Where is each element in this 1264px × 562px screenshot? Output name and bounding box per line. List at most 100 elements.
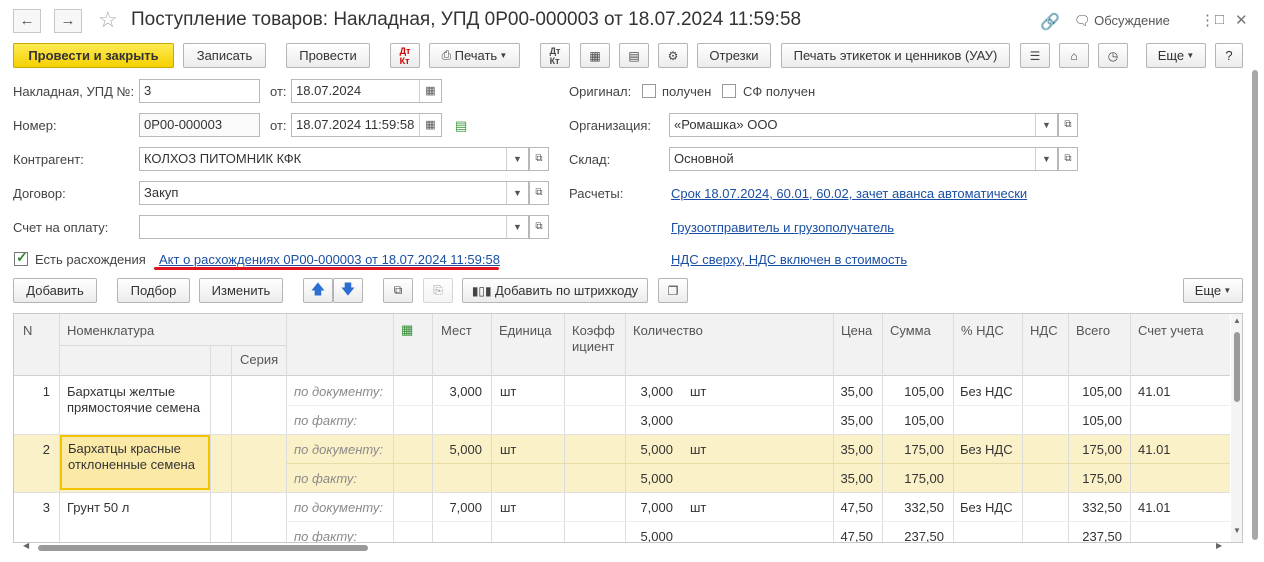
invoice-date-field[interactable]: 18.07.2024 ▦: [291, 79, 442, 103]
paste-icon[interactable]: ⎘: [423, 278, 453, 303]
chevron-down-icon[interactable]: ▼: [1035, 148, 1057, 170]
row-total-fact[interactable]: 105,00: [1068, 413, 1122, 428]
scroll-right-icon[interactable]: ▶: [1216, 541, 1222, 550]
post-button[interactable]: Провести: [286, 43, 370, 68]
row-total-doc[interactable]: 332,50: [1068, 500, 1122, 515]
row-vat-rate[interactable]: Без НДС: [960, 500, 1013, 515]
row-places[interactable]: 5,000: [432, 442, 482, 457]
header-series[interactable]: Серия: [240, 352, 278, 368]
row-price-doc[interactable]: 35,00: [833, 442, 873, 457]
row-nomenclature[interactable]: Грунт 50 л: [67, 500, 129, 515]
row-vat-rate[interactable]: Без НДС: [960, 442, 1013, 457]
row-total-doc[interactable]: 175,00: [1068, 442, 1122, 457]
row-sum-doc[interactable]: 105,00: [882, 384, 944, 399]
row-qty-fact[interactable]: 5,000: [625, 529, 673, 542]
row-nomenclature[interactable]: Бархатцы желтые прямостоячие семена: [67, 384, 212, 416]
add-by-barcode-button[interactable]: ▮▯▮ Добавить по штрихкоду: [462, 278, 648, 303]
header-vat[interactable]: НДС: [1030, 323, 1058, 339]
horizontal-scroll-thumb[interactable]: [38, 545, 368, 551]
chevron-down-icon[interactable]: ▼: [506, 148, 528, 170]
clock-icon[interactable]: ◷: [1098, 43, 1128, 68]
counterparty-field[interactable]: КОЛХОЗ ПИТОМНИК КФК ▼: [139, 147, 529, 171]
star-icon[interactable]: ☆: [98, 7, 118, 33]
table-more-button[interactable]: Еще ▼: [1183, 278, 1243, 303]
payment-invoice-field[interactable]: ▼: [139, 215, 529, 239]
copy-icon[interactable]: ⧉: [383, 278, 413, 303]
more-vert-icon[interactable]: ⋮: [1200, 11, 1215, 29]
chevron-down-icon[interactable]: ▼: [1035, 114, 1057, 136]
header-nomenclature[interactable]: Номенклатура: [67, 323, 154, 339]
page-vertical-scrollbar[interactable]: [1251, 68, 1259, 558]
help-button[interactable]: ?: [1215, 43, 1243, 68]
row-price-fact[interactable]: 47,50: [833, 529, 873, 542]
header-vat-rate[interactable]: % НДС: [961, 323, 1004, 339]
row-places[interactable]: 7,000: [432, 500, 482, 515]
header-coef[interactable]: Коэфф ициент: [572, 323, 616, 355]
row-account[interactable]: 41.01: [1138, 442, 1171, 457]
row-sum-fact[interactable]: 105,00: [882, 413, 944, 428]
save-button[interactable]: Записать: [183, 43, 266, 68]
settlements-link[interactable]: Срок 18.07.2024, 60.01, 60.02, зачет ава…: [671, 186, 1027, 201]
header-sum[interactable]: Сумма: [890, 323, 931, 339]
close-icon[interactable]: ✕: [1235, 11, 1248, 29]
row-price-doc[interactable]: 47,50: [833, 500, 873, 515]
open-counterparty-icon[interactable]: ⧉: [529, 147, 549, 171]
post-and-close-button[interactable]: Провести и закрыть: [13, 43, 174, 68]
row-total-fact[interactable]: 237,50: [1068, 529, 1122, 542]
vat-link[interactable]: НДС сверху, НДС включен в стоимость: [671, 252, 907, 267]
number-date-field[interactable]: 18.07.2024 11:59:58 ▦: [291, 113, 442, 137]
number-field[interactable]: 0Р00-000003: [139, 113, 260, 137]
warehouse-icon[interactable]: ⌂: [1059, 43, 1089, 68]
calendar-icon[interactable]: ▦: [419, 80, 441, 102]
hierarchy-icon[interactable]: ☰: [1020, 43, 1050, 68]
maximize-icon[interactable]: □: [1215, 11, 1224, 28]
row-account[interactable]: 41.01: [1138, 500, 1171, 515]
row-nomenclature[interactable]: Бархатцы красные отклоненные семена: [60, 435, 210, 490]
header-n[interactable]: N: [23, 323, 32, 339]
page-scroll-thumb[interactable]: [1252, 70, 1258, 540]
structure-icon[interactable]: ▦: [580, 43, 610, 68]
row-vat-rate[interactable]: Без НДС: [960, 384, 1013, 399]
open-payment-invoice-icon[interactable]: ⧉: [529, 215, 549, 239]
journal-icon[interactable]: Дт Кт: [540, 43, 570, 68]
segments-button[interactable]: Отрезки: [697, 43, 771, 68]
select-button[interactable]: Подбор: [117, 278, 190, 303]
scroll-up-icon[interactable]: ▲: [1233, 316, 1241, 325]
row-price-doc[interactable]: 35,00: [833, 384, 873, 399]
warehouse-field[interactable]: Основной ▼: [669, 147, 1058, 171]
goods-table[interactable]: N Номенклатура Серия ▦ Мест Единица Коэф…: [13, 313, 1243, 543]
row-qty-fact[interactable]: 3,000: [625, 413, 673, 428]
move-down-icon[interactable]: 🡇: [333, 278, 363, 303]
open-organization-icon[interactable]: ⧉: [1058, 113, 1078, 137]
contract-field[interactable]: Закуп ▼: [139, 181, 529, 205]
header-total[interactable]: Всего: [1076, 323, 1110, 339]
row-total-doc[interactable]: 105,00: [1068, 384, 1122, 399]
header-quantity[interactable]: Количество: [633, 323, 703, 339]
link-icon[interactable]: 🔗: [1040, 12, 1060, 32]
gear-icon[interactable]: ⚙: [658, 43, 688, 68]
more-button[interactable]: Еще ▼: [1146, 43, 1206, 68]
shipper-link[interactable]: Грузоотправитель и грузополучатель: [671, 220, 894, 235]
chevron-down-icon[interactable]: ▼: [506, 182, 528, 204]
sf-received-checkbox[interactable]: [722, 84, 736, 98]
row-qty-doc[interactable]: 3,000: [625, 384, 673, 399]
header-account[interactable]: Счет учета: [1138, 323, 1204, 339]
row-unit[interactable]: шт: [500, 384, 516, 399]
row-unit[interactable]: шт: [500, 500, 516, 515]
document-check-icon[interactable]: ▤: [455, 118, 467, 134]
row-sum-doc[interactable]: 175,00: [882, 442, 944, 457]
organization-field[interactable]: «Ромашка» ООО ▼: [669, 113, 1058, 137]
row-places[interactable]: 3,000: [432, 384, 482, 399]
chevron-down-icon[interactable]: ▼: [506, 216, 528, 238]
discuss-button[interactable]: 🗨 Обсуждение: [1074, 13, 1170, 29]
window-icon[interactable]: ❐: [658, 278, 688, 303]
invoice-number-field[interactable]: 3: [139, 79, 260, 103]
scroll-left-icon[interactable]: ◀: [23, 541, 29, 550]
discrepancy-checkbox[interactable]: ✓: [14, 249, 28, 266]
header-places[interactable]: Мест: [441, 323, 472, 339]
calendar-icon[interactable]: ▦: [419, 114, 441, 136]
discrepancy-act-link[interactable]: Акт о расхождениях 0Р00-000003 от 18.07.…: [159, 252, 500, 267]
received-checkbox[interactable]: [642, 84, 656, 98]
invoice-icon[interactable]: ▤: [619, 43, 649, 68]
move-up-icon[interactable]: 🡅: [303, 278, 333, 303]
